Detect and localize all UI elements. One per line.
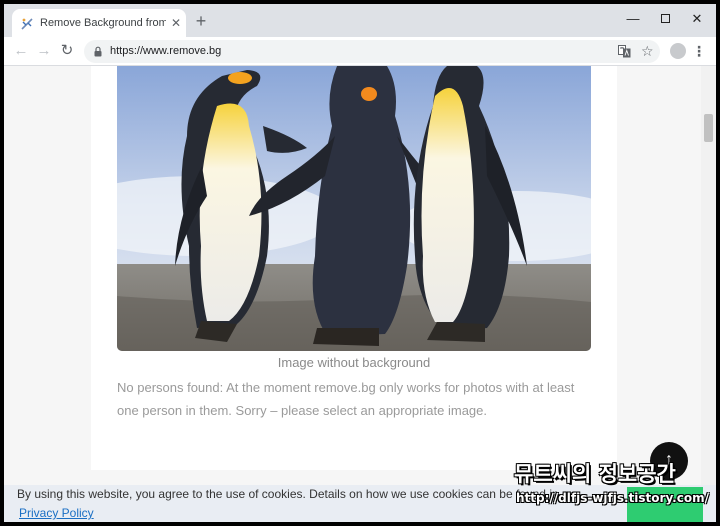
- reload-icon[interactable]: ↻: [58, 42, 76, 60]
- blog-watermark: 뮤트씨의 정보공간 http://dlfjs-wjfjs.tistory.com…: [514, 461, 714, 513]
- address-bar[interactable]: https://www.remove.bg ☆: [84, 40, 660, 63]
- lock-icon: [94, 46, 102, 57]
- browser-toolbar: ← → ↻ https://www.remove.bg ☆ ⋮: [4, 37, 716, 66]
- result-card: Image without background No persons foun…: [91, 66, 617, 470]
- tab-title: Remove Background from Image: [40, 17, 166, 29]
- browser-menu-icon[interactable]: ⋮: [692, 42, 706, 60]
- privacy-policy-link[interactable]: Privacy Policy: [19, 505, 94, 521]
- tab-close-icon[interactable]: ✕: [170, 16, 182, 30]
- new-tab-icon[interactable]: +: [192, 12, 210, 31]
- browser-window: Remove Background from Image ✕ + — ✕ ← →…: [4, 4, 716, 522]
- profile-avatar[interactable]: [670, 43, 686, 59]
- tab-remove-bg[interactable]: Remove Background from Image ✕: [12, 9, 186, 37]
- remove-bg-favicon-icon: [21, 18, 33, 30]
- watermark-title: 뮤트씨의 정보공간: [514, 462, 676, 486]
- close-window-icon[interactable]: ✕: [682, 8, 712, 30]
- translate-icon[interactable]: [618, 45, 631, 58]
- url-text: https://www.remove.bg: [110, 45, 222, 57]
- maximize-icon[interactable]: [650, 8, 680, 30]
- forward-arrow-icon[interactable]: →: [35, 42, 53, 60]
- page-scrollbar[interactable]: [701, 66, 716, 522]
- watermark-url: http://dlfjs-wjfjs.tistory.com/: [516, 491, 709, 505]
- image-caption: Image without background: [277, 355, 431, 370]
- page-viewport: Image without background No persons foun…: [4, 66, 716, 522]
- tab-strip: Remove Background from Image ✕ + — ✕: [4, 4, 716, 37]
- minimize-icon[interactable]: —: [618, 8, 648, 30]
- back-arrow-icon[interactable]: ←: [12, 42, 30, 60]
- penguins-image: [117, 66, 591, 351]
- bookmark-star-icon[interactable]: ☆: [641, 43, 654, 60]
- scrollbar-thumb[interactable]: [704, 114, 713, 142]
- no-persons-message: No persons found: At the moment remove.b…: [117, 380, 575, 418]
